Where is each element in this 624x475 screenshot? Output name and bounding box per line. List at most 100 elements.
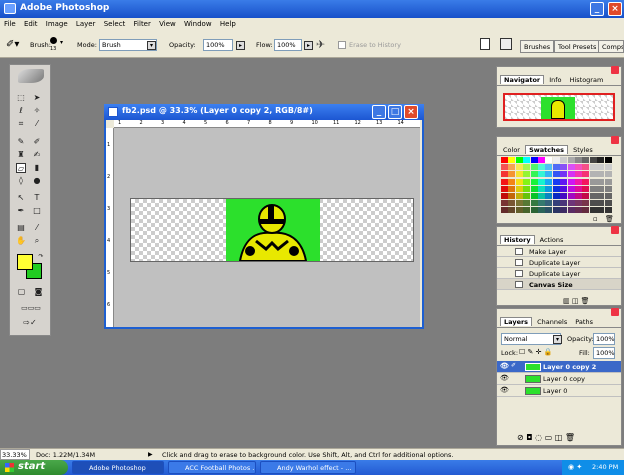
- blend-mode-dropdown-icon[interactable]: ▾: [553, 335, 562, 344]
- panel-close-icon[interactable]: [611, 308, 619, 316]
- color-swatch[interactable]: [538, 207, 545, 214]
- layer-opacity-input[interactable]: 100%: [593, 333, 615, 345]
- color-swatch[interactable]: [552, 207, 560, 214]
- eyedropper-icon[interactable]: ⁄: [32, 223, 42, 233]
- color-swatch[interactable]: [538, 157, 545, 163]
- color-swatch[interactable]: [560, 164, 568, 171]
- zoom-level[interactable]: 33.33%: [0, 449, 30, 460]
- layers-footer-icons[interactable]: ⊘ ◘ ◌ ▭ ◫ 🗑: [517, 433, 575, 442]
- gradient-tool-icon[interactable]: ▮: [32, 163, 42, 173]
- brush-dropdown-icon[interactable]: ▾: [60, 39, 63, 46]
- color-swatch[interactable]: [538, 185, 545, 192]
- visibility-eye-icon[interactable]: 👁: [500, 374, 509, 382]
- new-swatch-icon[interactable]: ▫: [593, 215, 598, 223]
- zoom-tool-icon[interactable]: ⌕: [32, 236, 42, 246]
- color-swatch[interactable]: [582, 185, 590, 192]
- color-swatch[interactable]: [552, 200, 560, 207]
- color-swatch[interactable]: [508, 200, 516, 207]
- color-swatch[interactable]: [523, 178, 531, 185]
- layer-row[interactable]: 👁 ✐ Layer 0 copy 2: [497, 361, 621, 373]
- color-swatch[interactable]: [552, 171, 560, 178]
- color-swatch[interactable]: [567, 178, 575, 185]
- color-swatch[interactable]: [545, 185, 553, 192]
- color-swatch[interactable]: [530, 207, 538, 214]
- color-swatch[interactable]: [560, 157, 568, 163]
- tab-layers[interactable]: Layers: [500, 317, 533, 326]
- color-swatch[interactable]: [560, 193, 568, 199]
- color-swatch[interactable]: [515, 164, 523, 171]
- color-swatch[interactable]: [501, 193, 508, 199]
- color-swatch[interactable]: [560, 171, 568, 178]
- mode-dropdown-icon[interactable]: ▾: [147, 41, 156, 50]
- color-swatch[interactable]: [582, 207, 590, 214]
- canvas-area[interactable]: [114, 128, 420, 327]
- type-tool-icon[interactable]: T: [32, 193, 42, 203]
- tab-tool-presets[interactable]: Tool Presets: [554, 40, 601, 53]
- crop-tool-icon[interactable]: ⌗: [16, 119, 26, 129]
- brush-tool-icon[interactable]: ✐: [32, 137, 42, 147]
- color-swatch[interactable]: [575, 200, 582, 207]
- path-selection-icon[interactable]: ↖: [16, 193, 26, 203]
- color-swatch[interactable]: [545, 207, 553, 214]
- color-swatch[interactable]: [567, 207, 575, 214]
- history-item[interactable]: Duplicate Layer: [497, 268, 621, 279]
- color-swatch[interactable]: [545, 157, 553, 163]
- color-swatch[interactable]: [515, 207, 523, 214]
- color-swatch[interactable]: [523, 207, 531, 214]
- tray-icons[interactable]: ◉ ✦: [568, 463, 582, 471]
- color-swatch[interactable]: [552, 157, 560, 163]
- color-swatch[interactable]: [575, 164, 582, 171]
- panel-close-icon[interactable]: [611, 136, 619, 144]
- color-swatch[interactable]: [582, 157, 590, 163]
- color-swatch[interactable]: [582, 200, 590, 207]
- doc-maximize-button[interactable]: □: [388, 105, 402, 119]
- color-swatch[interactable]: [575, 193, 582, 199]
- color-swatch[interactable]: [567, 157, 575, 163]
- menu-image[interactable]: Image: [46, 20, 68, 28]
- history-item-current[interactable]: Canvas Size: [497, 279, 621, 290]
- color-swatch[interactable]: [538, 171, 545, 178]
- palette-well-icon[interactable]: [500, 38, 512, 50]
- color-swatch[interactable]: [501, 164, 508, 171]
- color-swatch[interactable]: [575, 207, 582, 214]
- color-swatch[interactable]: [597, 178, 605, 185]
- tab-styles[interactable]: Styles: [570, 146, 596, 154]
- color-swatch[interactable]: [523, 200, 531, 207]
- color-swatch[interactable]: [567, 164, 575, 171]
- menu-window[interactable]: Window: [184, 20, 212, 28]
- color-swatch[interactable]: [575, 171, 582, 178]
- file-browser-icon[interactable]: [480, 38, 490, 50]
- color-swatch[interactable]: [523, 164, 531, 171]
- color-swatch[interactable]: [545, 171, 553, 178]
- color-swatch[interactable]: [501, 171, 508, 178]
- minimize-button[interactable]: _: [590, 2, 604, 16]
- pen-tool-icon[interactable]: ✒: [16, 206, 26, 216]
- color-swatch[interactable]: [589, 185, 597, 192]
- color-swatch[interactable]: [501, 178, 508, 185]
- color-swatch[interactable]: [597, 207, 605, 214]
- color-swatch[interactable]: [582, 178, 590, 185]
- tab-history[interactable]: History: [500, 235, 535, 244]
- fill-input[interactable]: 100%: [593, 347, 615, 359]
- hand-tool-icon[interactable]: ✋: [16, 236, 26, 246]
- opacity-input[interactable]: 100%: [203, 39, 233, 51]
- color-swatch[interactable]: [589, 178, 597, 185]
- menu-help[interactable]: Help: [220, 20, 236, 28]
- navigator-preview[interactable]: [503, 93, 615, 121]
- color-swatch[interactable]: [597, 193, 605, 199]
- color-swatch[interactable]: [530, 157, 538, 163]
- color-swatch[interactable]: [604, 178, 612, 185]
- color-swatch[interactable]: [508, 207, 516, 214]
- color-swatch[interactable]: [508, 157, 516, 163]
- color-swatch[interactable]: [515, 193, 523, 199]
- color-swatch[interactable]: [523, 185, 531, 192]
- color-swatch[interactable]: [530, 185, 538, 192]
- menu-layer[interactable]: Layer: [76, 20, 96, 28]
- color-swatch[interactable]: [515, 157, 523, 163]
- color-swatch[interactable]: [604, 185, 612, 192]
- tab-paths[interactable]: Paths: [572, 318, 596, 326]
- panel-close-icon[interactable]: [611, 66, 619, 74]
- color-swatch[interactable]: [515, 171, 523, 178]
- color-swatch[interactable]: [501, 207, 508, 214]
- tab-info[interactable]: Info: [546, 76, 564, 84]
